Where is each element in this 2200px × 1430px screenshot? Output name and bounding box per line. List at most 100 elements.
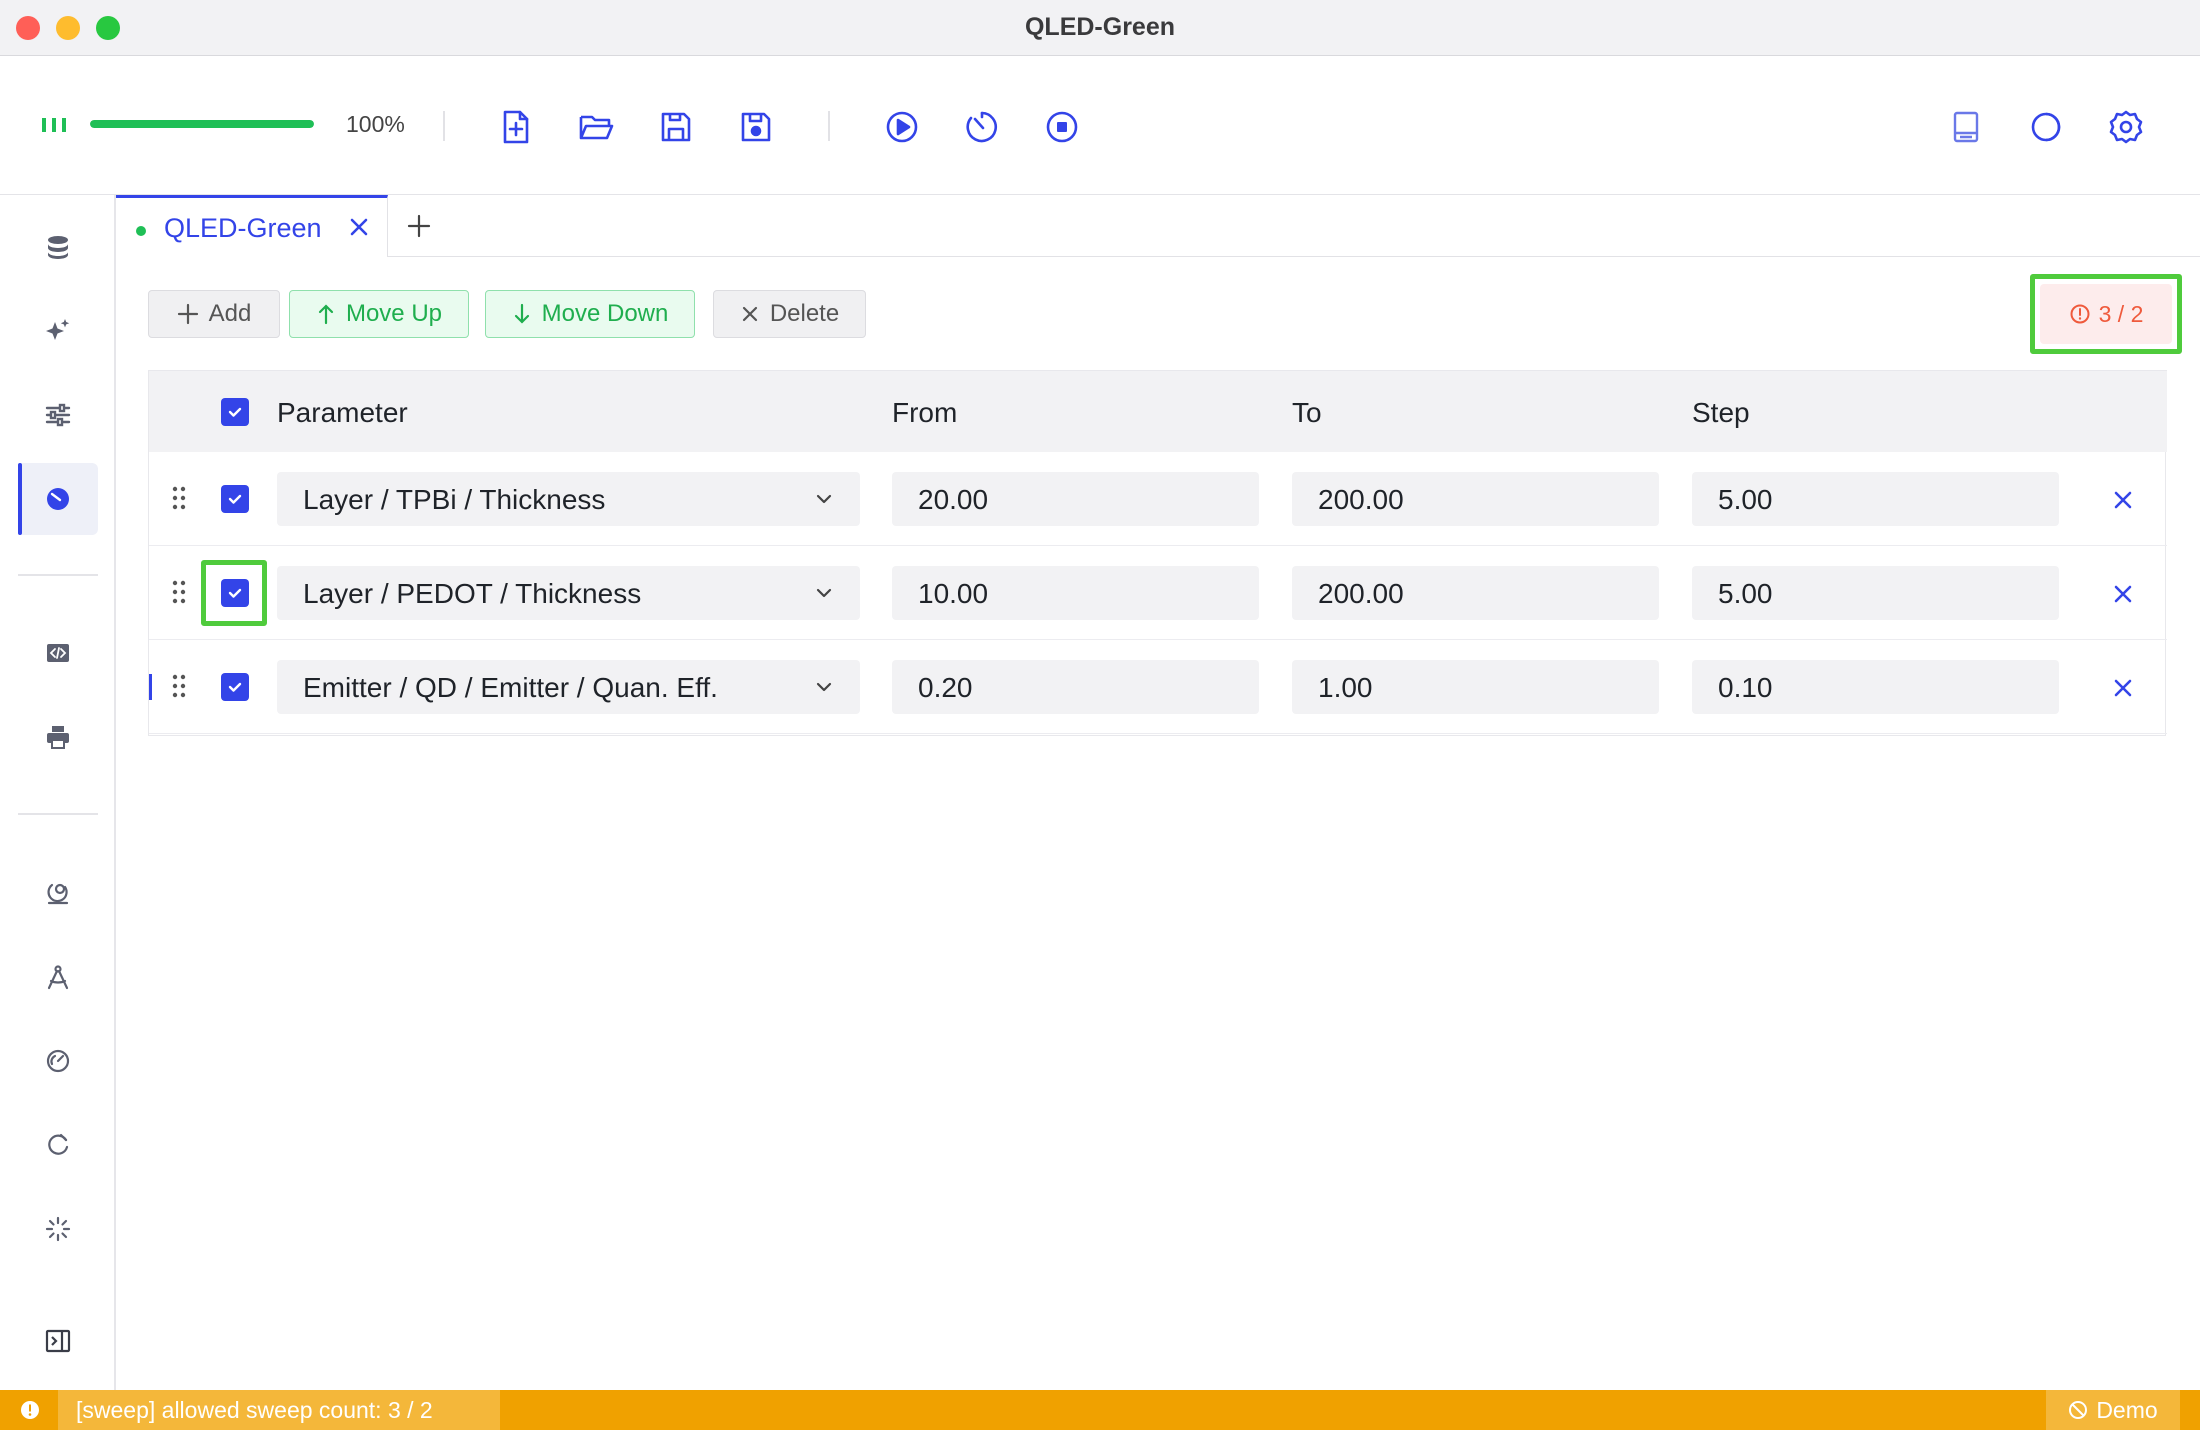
sidebar-item-palette[interactable]	[18, 857, 98, 929]
alert-icon	[20, 1400, 40, 1420]
sidebar-item-gauge[interactable]	[18, 1025, 98, 1097]
table-header: Parameter From To Step	[149, 370, 2167, 452]
header-step: Step	[1692, 397, 1750, 428]
levels-icon	[40, 115, 68, 135]
progress-fill	[90, 120, 314, 128]
from-input[interactable]: 0.20	[892, 660, 1259, 714]
move-down-button[interactable]: Move Down	[485, 290, 695, 338]
demo-mode-label: Demo	[2096, 1396, 2158, 1423]
check-icon	[226, 403, 244, 421]
tab-close-button[interactable]	[346, 214, 372, 240]
sidebar-item-loading[interactable]	[18, 1193, 98, 1265]
active-row-indicator	[149, 674, 152, 700]
settings-button[interactable]	[2106, 107, 2146, 147]
close-icon	[2109, 674, 2137, 702]
sidebar	[0, 195, 116, 1390]
remove-row-button[interactable]	[2109, 580, 2137, 608]
tab-status-dot	[136, 226, 146, 236]
save-as-icon	[736, 107, 776, 147]
sidebar-item-compass[interactable]	[18, 941, 98, 1013]
warning-icon	[2069, 303, 2091, 325]
settings-icon	[2106, 107, 2146, 147]
open-folder-icon	[576, 107, 616, 147]
row-checkbox[interactable]	[221, 579, 249, 607]
check-icon	[226, 490, 244, 508]
parameter-select-value: Layer / PEDOT / Thickness	[303, 578, 642, 609]
tab-qled-green[interactable]: QLED-Green	[116, 195, 388, 257]
save-as-button[interactable]	[736, 107, 776, 147]
stop-button[interactable]	[1042, 107, 1082, 147]
tab-bar: QLED-Green	[116, 195, 2200, 257]
from-input[interactable]: 10.00	[892, 566, 1259, 620]
step-input[interactable]: 5.00	[1692, 472, 2059, 526]
move-up-button[interactable]: Move Up	[289, 290, 469, 338]
collapse-sidebar-button[interactable]	[18, 1305, 98, 1377]
chevron-down-icon	[814, 489, 834, 509]
step-input[interactable]: 5.00	[1692, 566, 2059, 620]
save-button[interactable]	[656, 107, 696, 147]
drag-handle-icon[interactable]	[171, 673, 187, 699]
stop-icon	[1042, 107, 1082, 147]
table-row: Layer / TPBi / Thickness 20.00 200.00 5.…	[149, 452, 2167, 546]
sweep-parameter-table: Parameter From To Step Layer / TPBi / Th…	[148, 370, 2167, 736]
tab-label: QLED-Green	[164, 213, 322, 243]
check-icon	[226, 678, 244, 696]
to-input[interactable]: 200.00	[1292, 566, 1659, 620]
theme-button[interactable]	[2026, 107, 2066, 147]
sidebar-item-sparkle[interactable]	[18, 295, 98, 367]
run-button[interactable]	[882, 107, 922, 147]
sidebar-item-refresh[interactable]	[18, 1109, 98, 1181]
move-up-button-label: Move Up	[345, 300, 443, 327]
close-icon	[2109, 580, 2137, 608]
remove-row-button[interactable]	[2109, 674, 2137, 702]
add-tab-button[interactable]	[404, 211, 434, 241]
header-from: From	[892, 397, 958, 428]
sweep-count-badge[interactable]: 3 / 2	[2040, 284, 2172, 344]
add-button[interactable]: Add	[148, 290, 280, 338]
parameter-select[interactable]: Layer / TPBi / Thickness	[277, 472, 860, 526]
row-checkbox[interactable]	[221, 485, 249, 513]
plus-icon	[177, 303, 199, 325]
arrow-up-icon	[316, 303, 336, 325]
parameter-select-value: Layer / TPBi / Thickness	[303, 484, 606, 515]
timer-icon	[962, 107, 1002, 147]
add-button-label: Add	[208, 300, 252, 327]
new-file-button[interactable]	[496, 107, 536, 147]
sidebar-item-sliders[interactable]	[18, 379, 98, 451]
from-input[interactable]: 20.00	[892, 472, 1259, 526]
progress-text: 100%	[346, 111, 405, 137]
step-input[interactable]: 0.10	[1692, 660, 2059, 714]
toolbar: 100%	[0, 57, 2200, 195]
to-input[interactable]: 1.00	[1292, 660, 1659, 714]
sidebar-item-code[interactable]	[18, 617, 98, 689]
parameter-select-value: Emitter / QD / Emitter / Quan. Eff.	[303, 672, 718, 703]
drag-handle-icon[interactable]	[171, 485, 187, 511]
sidebar-item-print[interactable]	[18, 701, 98, 773]
demo-mode-badge[interactable]: Demo	[2046, 1390, 2180, 1430]
toolbar-separator	[443, 111, 445, 141]
sidebar-item-database[interactable]	[18, 211, 98, 283]
theme-icon	[2026, 107, 2066, 147]
timer-button[interactable]	[962, 107, 1002, 147]
close-icon	[2109, 486, 2137, 514]
open-folder-button[interactable]	[576, 107, 616, 147]
remove-row-button[interactable]	[2109, 486, 2137, 514]
status-message[interactable]: [sweep] allowed sweep count: 3 / 2	[58, 1390, 500, 1430]
chevron-down-icon	[814, 583, 834, 603]
check-icon	[226, 584, 244, 602]
parameter-select[interactable]: Layer / PEDOT / Thickness	[277, 566, 860, 620]
close-icon	[346, 214, 372, 240]
row-checkbox[interactable]	[221, 673, 249, 701]
window-title: QLED-Green	[1024, 13, 1176, 41]
panel-button[interactable]	[1946, 107, 1986, 147]
header-to: To	[1292, 397, 1322, 428]
sidebar-separator	[18, 574, 98, 576]
delete-button[interactable]: Delete	[713, 290, 866, 338]
status-bar: [sweep] allowed sweep count: 3 / 2 Demo	[0, 1390, 2200, 1430]
parameter-select[interactable]: Emitter / QD / Emitter / Quan. Eff.	[277, 660, 860, 714]
select-all-checkbox[interactable]	[221, 398, 249, 426]
sidebar-item-sweep[interactable]	[18, 463, 98, 535]
delete-button-label: Delete	[769, 300, 840, 327]
drag-handle-icon[interactable]	[171, 579, 187, 605]
to-input[interactable]: 200.00	[1292, 472, 1659, 526]
